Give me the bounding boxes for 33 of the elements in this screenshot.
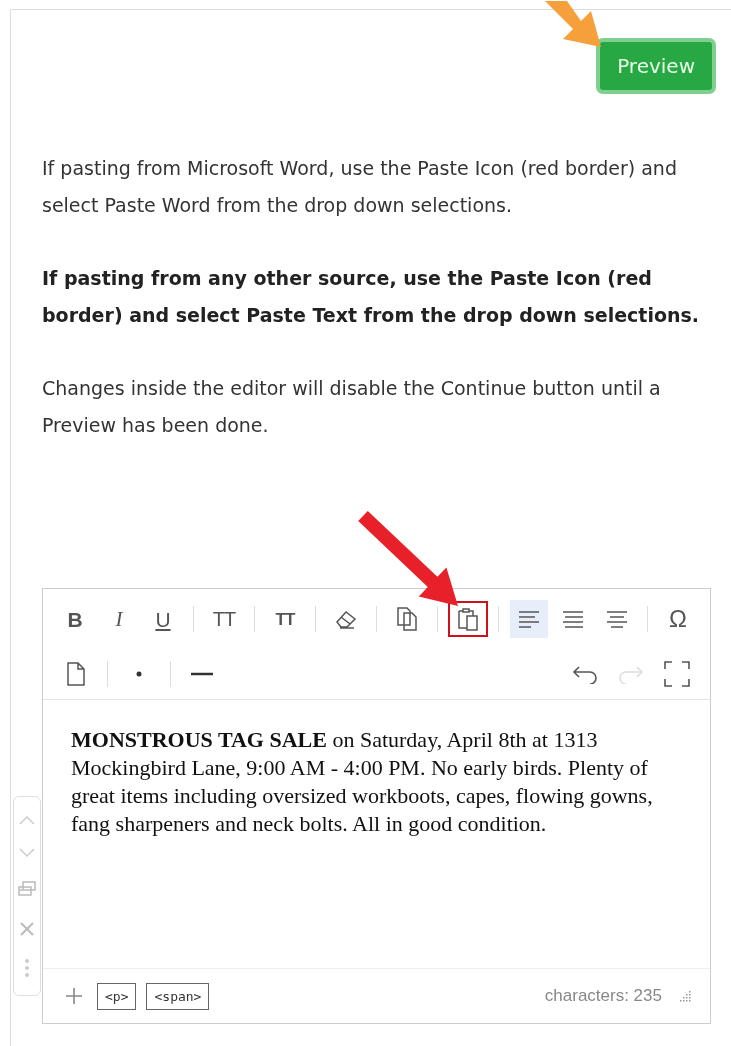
resize-handle-icon[interactable]: [678, 989, 692, 1003]
upper-button[interactable]: TT: [205, 600, 243, 638]
clipboard-icon: [456, 606, 480, 632]
undo-icon: [571, 664, 599, 684]
drag-handle-icon[interactable]: [24, 958, 30, 979]
align-justify-icon: [561, 609, 585, 629]
italic-button[interactable]: I: [100, 600, 138, 638]
instruction-text: Changes inside the editor will disable the Continue button until a Preview has been done.: [42, 376, 662, 438]
close-icon[interactable]: [19, 920, 35, 937]
element-path-tag[interactable]: <p>: [97, 982, 137, 1010]
instruction-text: If pasting from Microsoft Word, use the Paste Icon (red border) and select Paste Word from the drop down selections.: [42, 156, 678, 218]
character-count: characters: 235: [544, 986, 662, 1006]
bold-button[interactable]: B: [56, 600, 94, 638]
redo-icon: [617, 664, 645, 684]
fullscreen-icon: [663, 660, 691, 688]
symbol-button[interactable]: Ω: [659, 600, 697, 638]
lower-button[interactable]: TT: [266, 600, 304, 638]
align-center-icon: [605, 609, 629, 629]
align-left-button[interactable]: [510, 600, 548, 638]
eraser-icon: [334, 608, 358, 630]
copy-icon[interactable]: [17, 881, 37, 899]
editor-text[interactable]: MONSTROUS TAG SALE on Saturday, April 8th at 1313 Mockingbird Lane, 9:00 AM - 4:00 PM. No early birds. Plenty of great items including oversized workboots, capes, flowing gowns, fang sharpeners and neck bolts. All in good condition.: [71, 726, 670, 838]
bullet-icon: [135, 670, 143, 678]
document-icon: [66, 661, 86, 687]
underline-button[interactable]: U: [144, 600, 182, 638]
element-path-tag[interactable]: <span>: [146, 982, 210, 1010]
paste-button[interactable]: [448, 601, 488, 637]
annotation-arrow: [545, 1, 601, 47]
instruction-text: If pasting from any other source, use the Paste Icon (red border) and select Paste Text from the drop down selections.: [42, 266, 701, 328]
copy-icon: [395, 606, 419, 632]
align-left-icon: [517, 609, 541, 629]
plus-icon[interactable]: [65, 987, 83, 1005]
horizontal-line-icon: [191, 671, 213, 677]
